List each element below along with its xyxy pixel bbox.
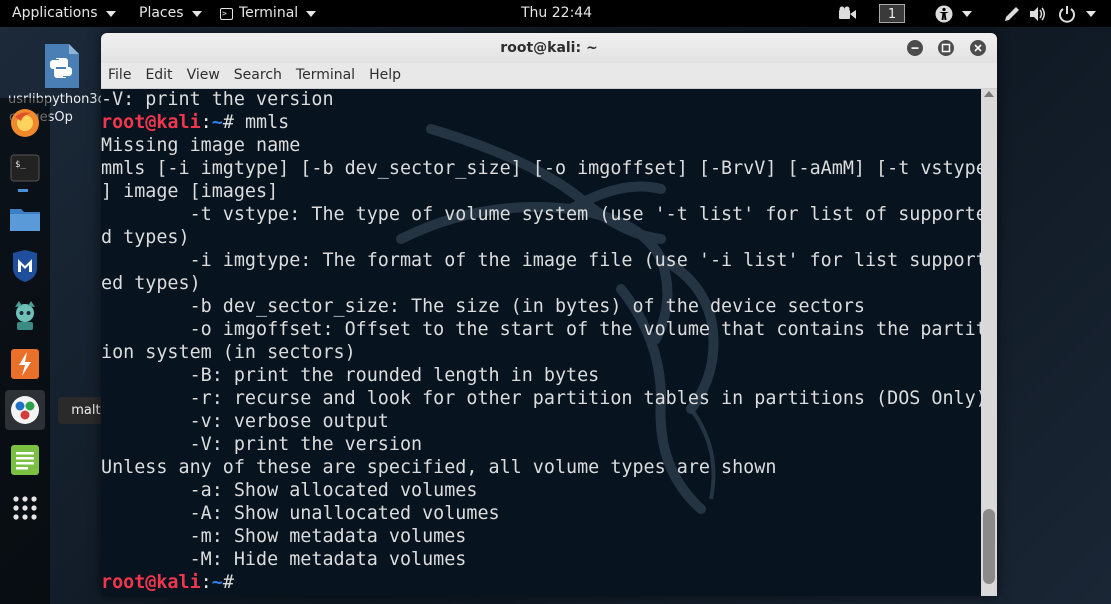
video-icon[interactable]: [838, 6, 858, 22]
output-line: -r: recurse and look for other partition…: [101, 388, 981, 409]
prompt-symbol: #: [222, 572, 234, 593]
minimize-button[interactable]: [907, 40, 923, 56]
prompt-user: root@kali: [101, 112, 201, 133]
terminal-line: -V: print the version: [101, 89, 334, 110]
dock-item-firefox[interactable]: [5, 103, 45, 143]
close-icon: [974, 44, 982, 52]
network-pen-icon[interactable]: [1003, 5, 1021, 23]
maximize-button[interactable]: [938, 40, 954, 56]
workspace-indicator[interactable]: 1: [879, 4, 905, 23]
terminal-icon: >: [220, 7, 233, 20]
chevron-down-icon[interactable]: [962, 11, 972, 17]
app-grid-icon: [13, 496, 37, 520]
prompt-symbol: #: [222, 112, 234, 133]
output-line: ] image [images]: [101, 181, 279, 202]
output-line: -b dev_sector_size: The size (in bytes) …: [101, 296, 865, 317]
text-editor-icon: [11, 445, 39, 475]
output-line: -m: Show metadata volumes: [101, 526, 467, 547]
python-file-icon: [45, 44, 79, 88]
terminal-text: -V: print the version root@kali:~# mmls …: [101, 89, 981, 594]
prompt-separator: :: [200, 112, 212, 133]
firefox-icon: [11, 109, 39, 137]
output-line: Unless any of these are specified, all v…: [101, 457, 777, 478]
output-line: ion system (in sectors): [101, 342, 356, 363]
folder-icon: [10, 209, 40, 231]
volume-icon[interactable]: [1029, 6, 1047, 22]
prompt-user: root@kali: [101, 572, 201, 593]
power-icon[interactable]: [1058, 5, 1076, 23]
menu-help[interactable]: Help: [362, 63, 408, 88]
armitage-icon: [15, 301, 35, 330]
output-line: -t vstype: The type of volume system (us…: [101, 204, 981, 225]
dock-item-metasploit[interactable]: [5, 246, 45, 286]
scroll-up-arrow-icon[interactable]: [984, 91, 994, 97]
terminal-icon: $_: [10, 154, 40, 182]
output-line: -A: Show unallocated volumes: [101, 503, 500, 524]
terminal-app-label: Terminal: [239, 5, 299, 21]
prompt-directory: ~: [211, 572, 223, 593]
window-title: root@kali: ~: [500, 40, 598, 56]
chevron-down-icon: [105, 10, 116, 17]
terminal-app-menu[interactable]: > Terminal: [220, 0, 317, 27]
dock: $_: [0, 98, 50, 604]
chevron-down-icon: [191, 10, 202, 17]
menu-search[interactable]: Search: [227, 63, 289, 88]
dock-item-show-apps[interactable]: [5, 488, 45, 528]
close-button[interactable]: [970, 40, 986, 56]
menubar: File Edit View Search Terminal Help: [101, 63, 997, 89]
dock-item-files[interactable]: [5, 198, 45, 238]
applications-menu[interactable]: Applications: [12, 0, 116, 27]
dock-item-terminal[interactable]: $_: [5, 148, 45, 188]
output-line: d types): [101, 227, 190, 248]
maltego-icon: [11, 396, 39, 424]
output-line: -M: Hide metadata volumes: [101, 549, 467, 570]
output-line: -a: Show allocated volumes: [101, 480, 478, 501]
output-line: -i imgtype: The format of the image file…: [101, 250, 981, 271]
accessibility-icon[interactable]: [935, 5, 953, 23]
clock[interactable]: Thu 22:44: [521, 0, 592, 27]
top-panel: Applications Places > Terminal Thu 22:44…: [0, 0, 1111, 27]
dock-item-burpsuite[interactable]: [5, 344, 45, 384]
scrollbar-thumb[interactable]: [983, 509, 995, 584]
output-line: ed types): [101, 273, 201, 294]
menu-file[interactable]: File: [101, 63, 138, 88]
applications-label: Applications: [12, 5, 98, 21]
output-line: -B: print the rounded length in bytes: [101, 365, 600, 386]
chevron-down-icon[interactable]: [1086, 11, 1096, 17]
output-line: -v: verbose output: [101, 411, 389, 432]
output-line: -o imgoffset: Offset to the start of the…: [101, 319, 981, 340]
running-indicator: [18, 189, 28, 192]
places-label: Places: [139, 5, 184, 21]
prompt-directory: ~: [211, 112, 223, 133]
prompt-separator: :: [200, 572, 212, 593]
output-line: mmls [-i imgtype] [-b dev_sector_size] […: [101, 158, 981, 179]
minimize-icon: [911, 47, 919, 49]
command-text: mmls: [233, 112, 290, 133]
window-titlebar[interactable]: root@kali: ~: [101, 33, 997, 63]
terminal-scrollbar[interactable]: [981, 89, 997, 596]
dock-item-maltego[interactable]: [5, 390, 45, 430]
svg-text:$_: $_: [15, 160, 26, 170]
places-menu[interactable]: Places: [139, 0, 202, 27]
terminal-window: root@kali: ~ File Edit View Search Termi…: [101, 33, 997, 596]
output-line: Missing image name: [101, 135, 301, 156]
output-line: -V: print the version: [101, 434, 423, 455]
maximize-icon: [941, 43, 951, 53]
dock-item-armitage[interactable]: [5, 295, 45, 335]
terminal-output-area[interactable]: -V: print the version root@kali:~# mmls …: [101, 89, 981, 596]
menu-edit[interactable]: Edit: [138, 63, 179, 88]
menu-terminal[interactable]: Terminal: [289, 63, 362, 88]
dock-item-leafpad[interactable]: [5, 440, 45, 480]
chevron-down-icon: [306, 10, 317, 17]
metasploit-icon: [13, 250, 37, 282]
menu-view[interactable]: View: [180, 63, 227, 88]
burpsuite-icon: [11, 349, 39, 379]
